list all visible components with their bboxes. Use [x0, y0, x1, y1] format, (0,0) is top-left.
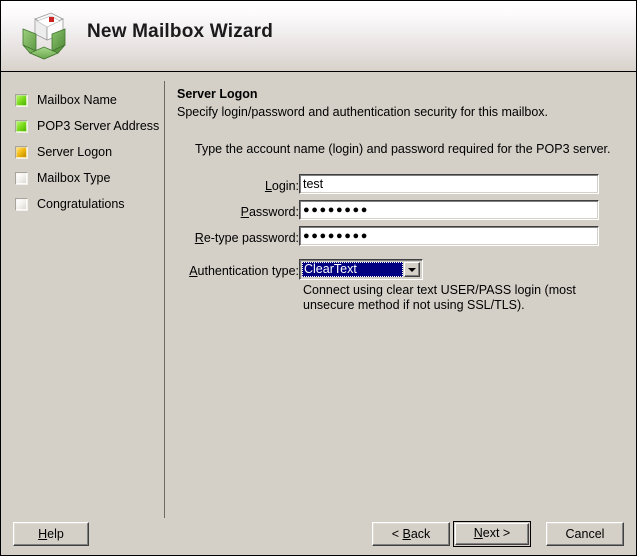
login-label-row: Login:: [195, 176, 299, 198]
mailbox-icon: [22, 12, 66, 60]
step-status-icon: [15, 171, 28, 185]
step-label: Mailbox Type: [37, 171, 111, 185]
auth-type-select[interactable]: ClearText: [299, 259, 423, 280]
password-label: Password:: [240, 205, 299, 219]
pane-subtitle: Specify login/password and authenticatio…: [177, 105, 549, 119]
step-label: Server Logon: [37, 145, 113, 159]
step-status-icon: [15, 145, 28, 159]
password-input[interactable]: ●●●●●●●●: [299, 200, 599, 220]
help-button[interactable]: Help: [13, 522, 89, 546]
pane-title: Server Logon: [177, 87, 258, 101]
wizard-content: Server Logon Specify login/password and …: [165, 72, 636, 555]
auth-type-label-row: Authentication type:: [175, 261, 299, 283]
retype-password-label-row: Re-type password:: [179, 228, 299, 250]
sidebar-item-mailbox-type[interactable]: Mailbox Type: [15, 170, 110, 186]
page-title: New Mailbox Wizard: [87, 21, 274, 42]
login-label: Login:: [264, 179, 299, 193]
step-label: Mailbox Name: [37, 93, 117, 107]
login-input[interactable]: test: [299, 174, 599, 194]
sidebar-item-congratulations[interactable]: Congratulations: [15, 196, 125, 212]
auth-type-selected-value[interactable]: ClearText: [302, 262, 403, 277]
wizard-window: New Mailbox Wizard Mailbox Name POP3 Ser…: [0, 0, 637, 556]
sidebar-item-mailbox-name[interactable]: Mailbox Name: [15, 92, 117, 108]
step-status-icon: [15, 119, 28, 133]
step-status-icon: [15, 93, 28, 107]
auth-type-description: Connect using clear text USER/PASS login…: [303, 283, 576, 312]
step-status-icon: [15, 197, 28, 211]
sidebar-item-server-logon[interactable]: Server Logon: [15, 144, 112, 160]
chevron-down-icon[interactable]: [404, 262, 420, 277]
back-button[interactable]: < Back: [372, 522, 450, 546]
next-button[interactable]: Next >: [453, 521, 531, 547]
auth-type-label: Authentication type:: [189, 264, 299, 278]
step-label: Congratulations: [37, 197, 125, 211]
pane-instruction: Type the account name (login) and passwo…: [195, 142, 611, 156]
retype-password-input[interactable]: ●●●●●●●●: [299, 226, 599, 246]
password-label-row: Password:: [195, 202, 299, 224]
sidebar-item-pop3-server-address[interactable]: POP3 Server Address: [15, 118, 159, 134]
wizard-header: New Mailbox Wizard: [1, 1, 636, 72]
cancel-button[interactable]: Cancel: [546, 522, 624, 546]
step-label: POP3 Server Address: [37, 119, 160, 133]
wizard-steps: Mailbox Name POP3 Server Address Server …: [1, 72, 164, 555]
retype-password-label: Re-type password:: [194, 231, 299, 245]
